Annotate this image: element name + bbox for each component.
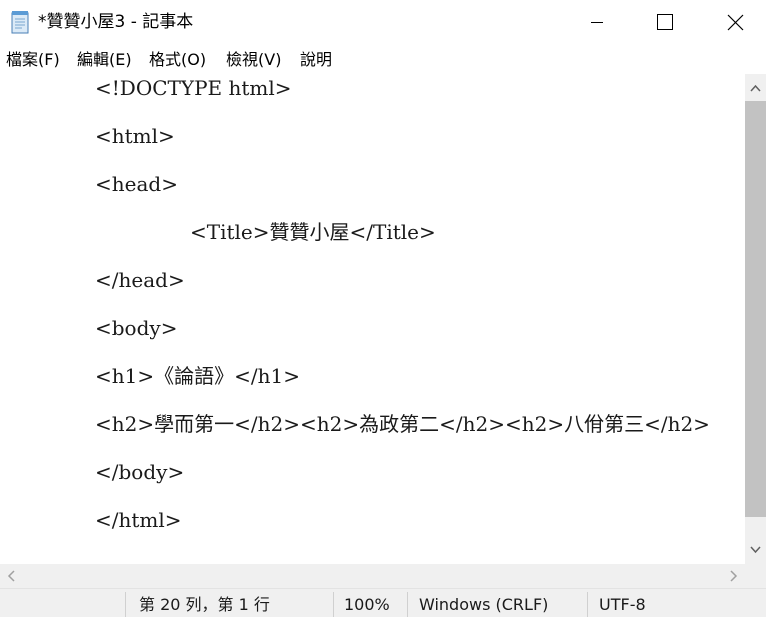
notepad-icon [9,10,31,34]
vertical-scrollbar-thumb[interactable] [745,101,766,517]
close-icon [727,14,744,31]
code-line: </body> [95,460,185,484]
menu-bar: 檔案(F) 編輯(E) 格式(O) 檢視(V) 說明 [0,45,766,74]
status-divider [587,592,588,617]
code-line: </html> [95,508,182,532]
menu-file[interactable]: 檔案(F) [6,49,60,70]
code-line: <h1>《論語》</h1> [95,364,300,388]
scroll-up-icon[interactable] [745,74,766,101]
minimize-icon [591,22,603,23]
code-line: <Title>贊贊小屋</Title> [190,220,436,244]
code-line: <body> [95,316,178,340]
maximize-button[interactable] [641,0,687,45]
line-ending: Windows (CRLF) [419,595,549,614]
status-divider [333,592,334,617]
horizontal-scrollbar[interactable] [0,564,745,588]
zoom-level: 100% [344,595,390,614]
status-bar: 第 20 列，第 1 行 100% Windows (CRLF) UTF-8 [0,588,766,617]
status-divider [125,592,126,617]
menu-help[interactable]: 說明 [300,49,332,70]
scrollbar-corner [745,564,766,588]
cursor-position: 第 20 列，第 1 行 [139,595,270,614]
close-button[interactable] [712,0,758,45]
code-line: <h2>學而第一</h2><h2>為政第二</h2><h2>八佾第三</h2> [95,412,710,436]
maximize-icon [657,14,673,30]
scroll-left-icon[interactable] [0,564,24,588]
encoding: UTF-8 [599,595,646,614]
scroll-down-icon[interactable] [745,537,766,564]
title-bar[interactable]: *贊贊小屋3 - 記事本 [0,0,766,45]
code-line: <head> [95,172,178,196]
menu-view[interactable]: 檢視(V) [226,49,281,70]
code-line: <html> [95,124,175,148]
status-divider [407,592,408,617]
minimize-button[interactable] [574,0,620,45]
menu-edit[interactable]: 編輯(E) [77,49,132,70]
text-editor[interactable]: <!DOCTYPE html> <html> <head> <Title>贊贊小… [0,74,745,564]
window-title: *贊贊小屋3 - 記事本 [38,12,194,32]
scroll-right-icon[interactable] [721,564,745,588]
menu-format[interactable]: 格式(O) [149,49,206,70]
code-line: <!DOCTYPE html> [95,76,292,100]
code-line: </head> [95,268,185,292]
